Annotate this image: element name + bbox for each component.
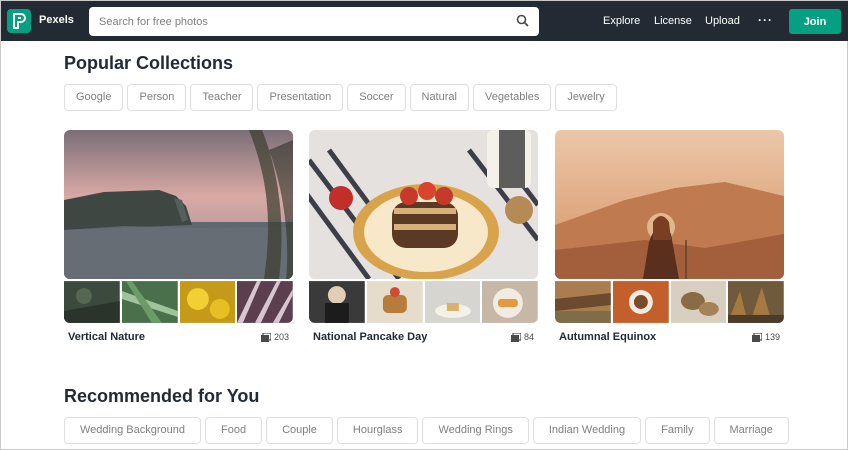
- tag-pill[interactable]: Google: [64, 84, 124, 111]
- pancakes-thumb[interactable]: [366, 281, 423, 323]
- tag-pill[interactable]: Teacher: [190, 84, 254, 111]
- tag-pill[interactable]: Natural: [409, 84, 469, 111]
- tag-pill[interactable]: Person: [127, 84, 187, 111]
- join-button[interactable]: Join: [789, 9, 841, 34]
- search-input[interactable]: [99, 13, 499, 30]
- cooking-thumb[interactable]: [309, 281, 365, 323]
- photos-icon: [751, 332, 762, 342]
- thumbnail-strip: [309, 281, 538, 323]
- search-icon[interactable]: [516, 14, 529, 32]
- breakfast-thumb[interactable]: [482, 281, 538, 323]
- collection-name[interactable]: National Pancake Day: [313, 331, 427, 343]
- search-bar[interactable]: [89, 7, 539, 36]
- recommended-tags: Wedding Background Food Couple Hourglass…: [64, 417, 789, 444]
- palm-leaves-thumb[interactable]: [121, 281, 178, 323]
- tag-pill[interactable]: Indian Wedding: [532, 417, 642, 444]
- collection-card[interactable]: National Pancake Day 84: [309, 130, 538, 348]
- autumn-road-thumb[interactable]: [555, 281, 611, 323]
- plate-thumb[interactable]: [424, 281, 481, 323]
- tag-pill[interactable]: Marriage: [713, 417, 789, 444]
- pancake-stack-photo[interactable]: [309, 130, 538, 279]
- popular-collections-heading: Popular Collections: [64, 53, 234, 73]
- sunset-woman-photo[interactable]: [555, 130, 784, 279]
- nav-upload[interactable]: Upload: [705, 15, 740, 27]
- collection-count: 203: [260, 332, 289, 342]
- recommended-heading: Recommended for You: [64, 386, 260, 406]
- tag-pill[interactable]: Food: [204, 417, 263, 444]
- autumn-forest-thumb[interactable]: [728, 281, 784, 323]
- yellow-flowers-thumb[interactable]: [179, 281, 236, 323]
- coffee-cup-thumb[interactable]: [612, 281, 669, 323]
- tag-pill[interactable]: Family: [645, 417, 710, 444]
- more-menu-icon[interactable]: ···: [758, 13, 773, 27]
- brand-name[interactable]: Pexels: [39, 14, 74, 26]
- purple-plants-thumb[interactable]: [237, 281, 293, 323]
- collection-card[interactable]: Vertical Nature 203: [64, 130, 293, 348]
- nav-license[interactable]: License: [654, 15, 692, 27]
- collection-name[interactable]: Vertical Nature: [68, 331, 145, 343]
- pexels-logo-icon[interactable]: [7, 9, 31, 33]
- tag-pill[interactable]: Couple: [266, 417, 333, 444]
- tag-pill[interactable]: Vegetables: [472, 84, 552, 111]
- collection-count: 139: [751, 332, 780, 342]
- thumbnail-strip: [64, 281, 293, 323]
- nav-explore[interactable]: Explore: [603, 15, 640, 27]
- collection-count: 84: [510, 332, 534, 342]
- tag-pill[interactable]: Presentation: [257, 84, 344, 111]
- collection-name[interactable]: Autumnal Equinox: [559, 331, 656, 343]
- tag-pill[interactable]: Wedding Rings: [422, 417, 529, 444]
- photos-icon: [260, 332, 271, 342]
- top-navbar: Pexels Explore License Upload ··· Join: [1, 1, 848, 41]
- collection-card[interactable]: Autumnal Equinox 139: [555, 130, 784, 348]
- coastal-cliffs-photo[interactable]: [64, 130, 293, 279]
- tag-pill[interactable]: Soccer: [347, 84, 406, 111]
- popular-tags: Google Person Teacher Presentation Socce…: [64, 84, 617, 111]
- tag-pill[interactable]: Jewelry: [555, 84, 617, 111]
- thumbnail-strip: [555, 281, 784, 323]
- tag-pill[interactable]: Wedding Background: [64, 417, 201, 444]
- forest-thumb[interactable]: [64, 281, 120, 323]
- photos-icon: [510, 332, 521, 342]
- leaves-thumb[interactable]: [670, 281, 727, 323]
- tag-pill[interactable]: Hourglass: [336, 417, 419, 444]
